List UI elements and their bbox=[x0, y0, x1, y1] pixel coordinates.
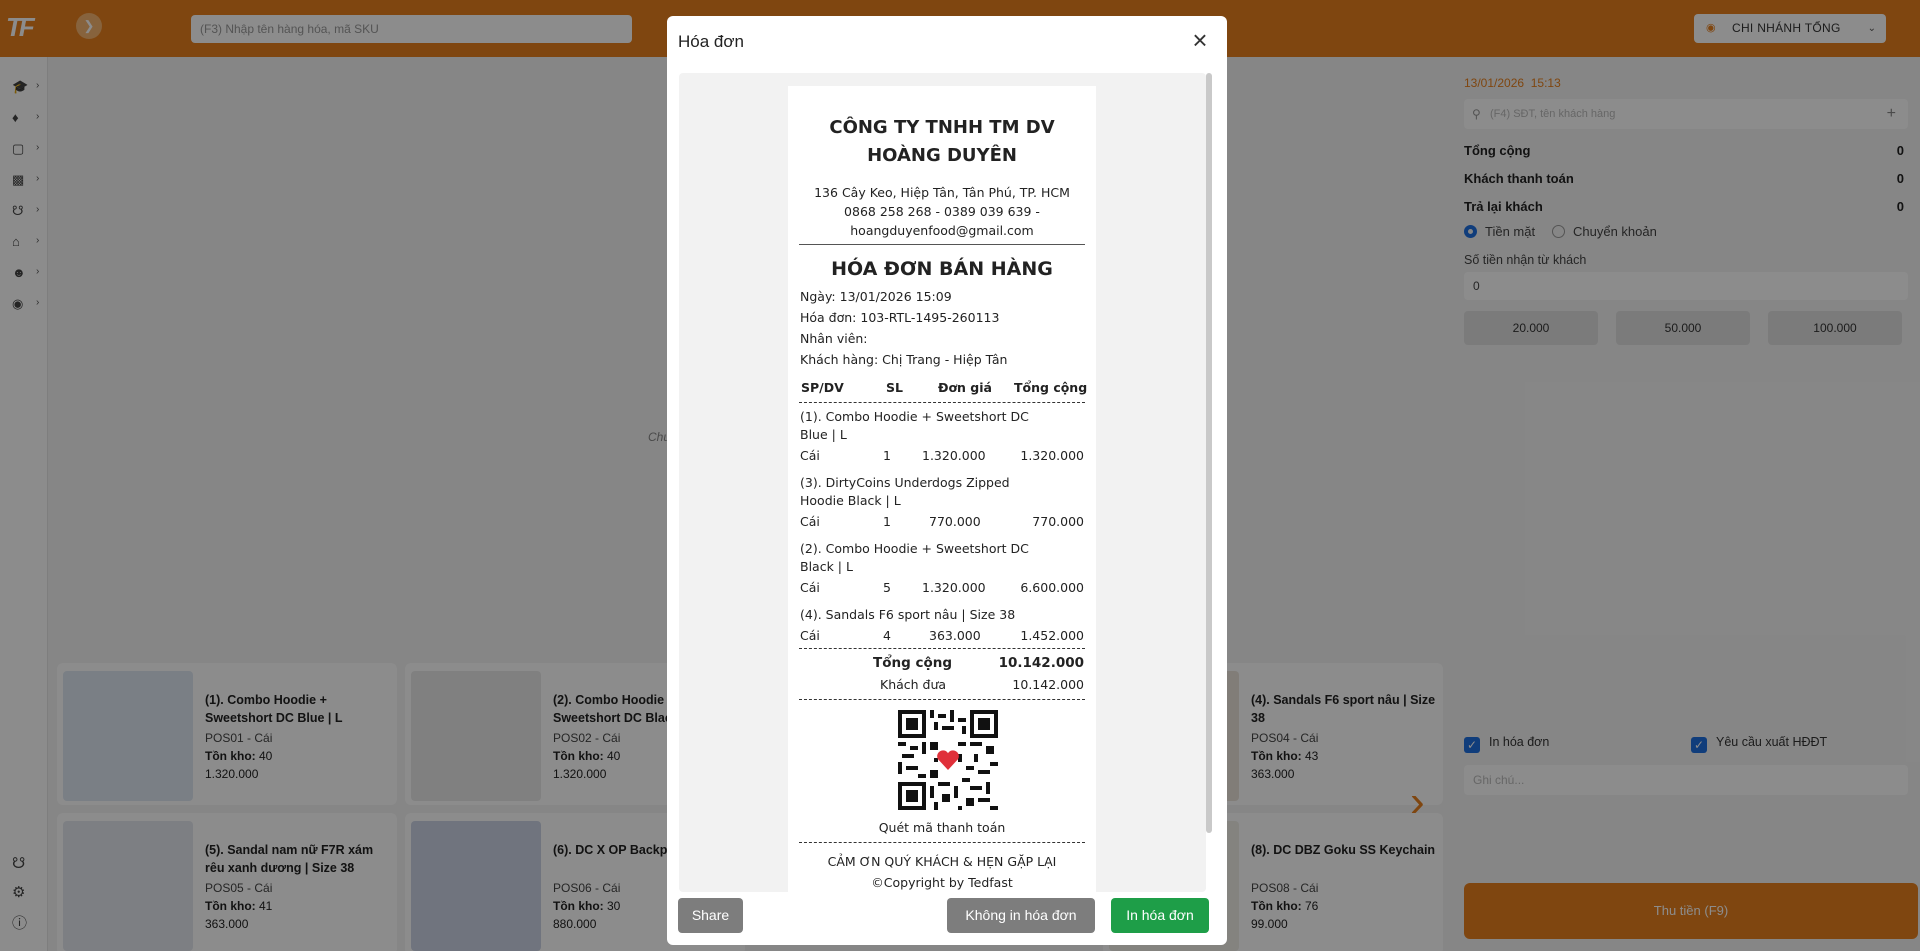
line-item-unit: Cái bbox=[800, 628, 820, 643]
line-item-total: 1.452.000 bbox=[1020, 628, 1084, 643]
total-value: 10.142.000 bbox=[998, 655, 1084, 671]
invoice-modal: Hóa đơn × CÔNG TY TNHH TM DV HOÀNG DUYÊN… bbox=[667, 16, 1227, 945]
qr-label: Quét mã thanh toán bbox=[878, 820, 1006, 835]
line-item-qty: 5 bbox=[883, 580, 891, 595]
line-item-qty: 1 bbox=[883, 514, 891, 529]
receipt: CÔNG TY TNHH TM DV HOÀNG DUYÊN 136 Cây K… bbox=[788, 86, 1096, 892]
company-address: 136 Cây Keo, Hiệp Tân, Tân Phú, TP. HCM bbox=[814, 185, 1070, 200]
line-item-name: (4). Sandals F6 sport nâu | Size 38 bbox=[800, 607, 1016, 622]
thank-you-text: CẢM ƠN QUÝ KHÁCH & HẸN GẶP LẠI bbox=[827, 854, 1057, 869]
divider bbox=[799, 699, 1085, 700]
line-item-price: 770.000 bbox=[929, 514, 981, 529]
total-label: Tổng cộng bbox=[873, 655, 953, 671]
col-header-total: Tổng cộng bbox=[1014, 380, 1088, 395]
line-item-total: 1.320.000 bbox=[1020, 448, 1084, 463]
line-item-unit: Cái bbox=[800, 580, 820, 595]
paid-value: 10.142.000 bbox=[1012, 677, 1084, 692]
receipt-number: Hóa đơn: 103-RTL-1495-260113 bbox=[800, 310, 1000, 325]
line-item-price: 363.000 bbox=[929, 628, 981, 643]
company-phone: 0868 258 268 - 0389 039 639 - bbox=[844, 204, 1040, 219]
payment-qr-code bbox=[898, 710, 998, 810]
divider bbox=[799, 402, 1085, 403]
share-button[interactable]: Share bbox=[678, 898, 743, 933]
scrollbar[interactable] bbox=[1206, 73, 1212, 833]
line-item-total: 6.600.000 bbox=[1020, 580, 1084, 595]
line-item-price: 1.320.000 bbox=[922, 580, 986, 595]
line-item-name: (1). Combo Hoodie + Sweetshort DC Blue |… bbox=[800, 409, 1029, 442]
line-item-price: 1.320.000 bbox=[922, 448, 986, 463]
print-invoice-button[interactable]: In hóa đơn bbox=[1111, 898, 1209, 933]
line-item-qty: 1 bbox=[883, 448, 891, 463]
divider bbox=[799, 842, 1085, 843]
close-icon[interactable]: × bbox=[1187, 27, 1213, 54]
no-print-button[interactable]: Không in hóa đơn bbox=[947, 898, 1095, 933]
divider bbox=[799, 648, 1085, 649]
line-item-unit: Cái bbox=[800, 514, 820, 529]
receipt-preview[interactable]: CÔNG TY TNHH TM DV HOÀNG DUYÊN 136 Cây K… bbox=[679, 73, 1206, 892]
receipt-customer: Khách hàng: Chị Trang - Hiệp Tân bbox=[800, 352, 1008, 367]
col-header-item: SP/DV bbox=[801, 380, 844, 395]
line-item-total: 770.000 bbox=[1032, 514, 1084, 529]
col-header-qty: SL bbox=[886, 380, 903, 395]
receipt-title: HÓA ĐƠN BÁN HÀNG bbox=[831, 258, 1053, 280]
col-header-unit-price: Đơn giá bbox=[938, 380, 992, 395]
modal-title: Hóa đơn bbox=[678, 32, 744, 51]
line-item-unit: Cái bbox=[800, 448, 820, 463]
receipt-date: Ngày: 13/01/2026 15:09 bbox=[800, 289, 952, 304]
divider bbox=[799, 244, 1085, 245]
receipt-staff: Nhân viên: bbox=[800, 331, 868, 346]
line-item-name: (3). DirtyCoins Underdogs Zipped Hoodie … bbox=[800, 475, 1010, 508]
company-name: CÔNG TY TNHH TM DV HOÀNG DUYÊN bbox=[829, 117, 1055, 166]
line-item-qty: 4 bbox=[883, 628, 891, 643]
copyright-text: ©Copyright by Tedfast bbox=[871, 875, 1013, 890]
paid-label: Khách đưa bbox=[880, 677, 947, 692]
line-item-name: (2). Combo Hoodie + Sweetshort DC Black … bbox=[800, 541, 1029, 574]
company-email: hoangduyenfood@gmail.com bbox=[850, 223, 1034, 238]
